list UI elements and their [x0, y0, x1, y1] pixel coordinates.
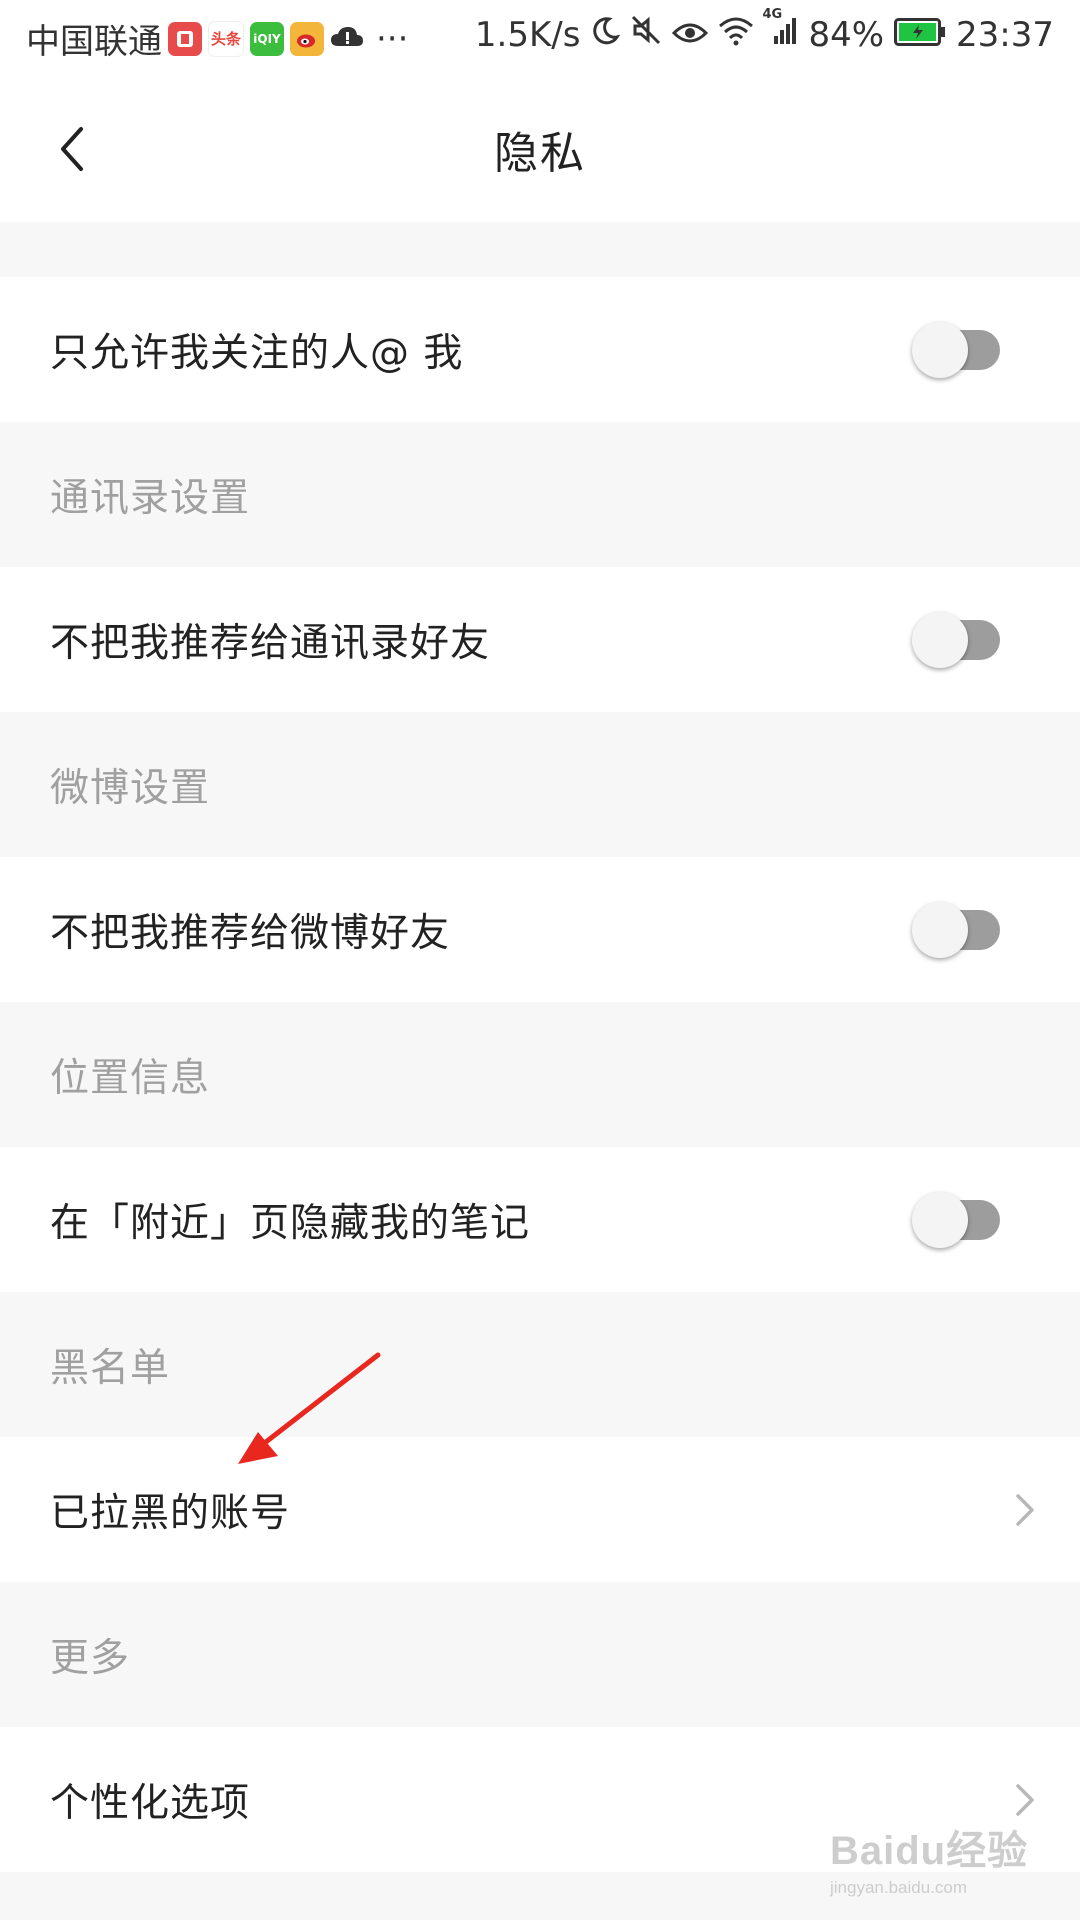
page-title: 隐私: [494, 128, 586, 179]
section-header-contacts: 通讯录设置: [0, 422, 1080, 567]
setting-row-blocked-accounts[interactable]: 已拉黑的账号: [0, 1437, 1080, 1582]
section-label: 黑名单: [50, 1345, 171, 1391]
back-button[interactable]: [42, 112, 102, 186]
setting-label: 个性化选项: [50, 1780, 251, 1826]
section-header-location: 位置信息: [0, 1002, 1080, 1147]
chevron-left-icon: [61, 127, 83, 171]
toutiao-icon: 头条: [208, 20, 244, 57]
section-label: 微博设置: [50, 765, 211, 811]
signal-icon: 4G: [762, 7, 798, 55]
toggle-knob: [912, 1191, 968, 1248]
hide-nearby-notes-toggle[interactable]: [912, 1191, 1000, 1248]
no-recommend-weibo-toggle[interactable]: [912, 901, 1000, 958]
wifi-icon: [718, 15, 754, 55]
toggle-knob: [912, 321, 968, 378]
section-header-weibo: 微博设置: [0, 712, 1080, 857]
setting-row-mention-only-following: 只允许我关注的人@ 我: [0, 277, 1080, 422]
toggle-knob: [912, 611, 968, 668]
chevron-right-icon: [1016, 1493, 1034, 1526]
setting-label: 已拉黑的账号: [50, 1490, 291, 1536]
privacy-settings-list: 只允许我关注的人@ 我 通讯录设置 不把我推荐给通讯录好友 微博设置 不把我推荐…: [0, 277, 1080, 1872]
section-header-more: 更多: [0, 1582, 1080, 1727]
toggle-knob: [912, 901, 968, 958]
section-header-blacklist: 黑名单: [0, 1292, 1080, 1437]
cloud-alert-icon: [330, 19, 364, 59]
status-bar: 中国联通 头条 iQIY ··· 1.5K/s 4G 84% 23:37: [0, 0, 1080, 76]
toutiao-reader-icon: [168, 21, 202, 56]
setting-label: 只允许我关注的人@ 我: [50, 330, 464, 376]
eye-icon: [672, 15, 709, 55]
battery-icon: [894, 15, 946, 55]
more-notifications-icon: ···: [376, 18, 409, 59]
setting-label: 在「附近」页隐藏我的笔记: [50, 1200, 531, 1246]
clock-label: 23:37: [956, 14, 1054, 55]
setting-row-no-recommend-contacts: 不把我推荐给通讯录好友: [0, 567, 1080, 712]
carrier-label: 中国联通: [26, 22, 162, 62]
network-type-label: 4G: [762, 6, 783, 22]
section-label: 通讯录设置: [50, 475, 251, 521]
nav-bar: 隐私: [0, 76, 1080, 222]
setting-label: 不把我推荐给通讯录好友: [50, 620, 491, 666]
watermark-sub-text: jingyan.baidu.com: [830, 1878, 968, 1897]
mention-only-following-toggle[interactable]: [912, 321, 1000, 378]
iqiyi-icon: iQIY: [250, 21, 284, 56]
weibo-icon: [290, 21, 324, 56]
section-label: 位置信息: [50, 1055, 211, 1101]
net-speed-label: 1.5K/s: [474, 14, 581, 55]
no-recommend-contacts-toggle[interactable]: [912, 611, 1000, 668]
section-label: 更多: [50, 1635, 131, 1681]
mute-icon: [630, 14, 662, 55]
setting-row-hide-nearby-notes: 在「附近」页隐藏我的笔记: [0, 1147, 1080, 1292]
chevron-right-icon: [1016, 1783, 1034, 1816]
moon-icon: [590, 15, 621, 55]
battery-percent-label: 84%: [808, 14, 885, 55]
setting-row-no-recommend-weibo: 不把我推荐给微博好友: [0, 857, 1080, 1002]
setting-label: 不把我推荐给微博好友: [50, 910, 451, 956]
baidu-jingyan-watermark: Baidu经验 jingyan.baidu.com: [830, 1818, 1050, 1908]
watermark-main-text: Baidu经验: [830, 1829, 1029, 1873]
